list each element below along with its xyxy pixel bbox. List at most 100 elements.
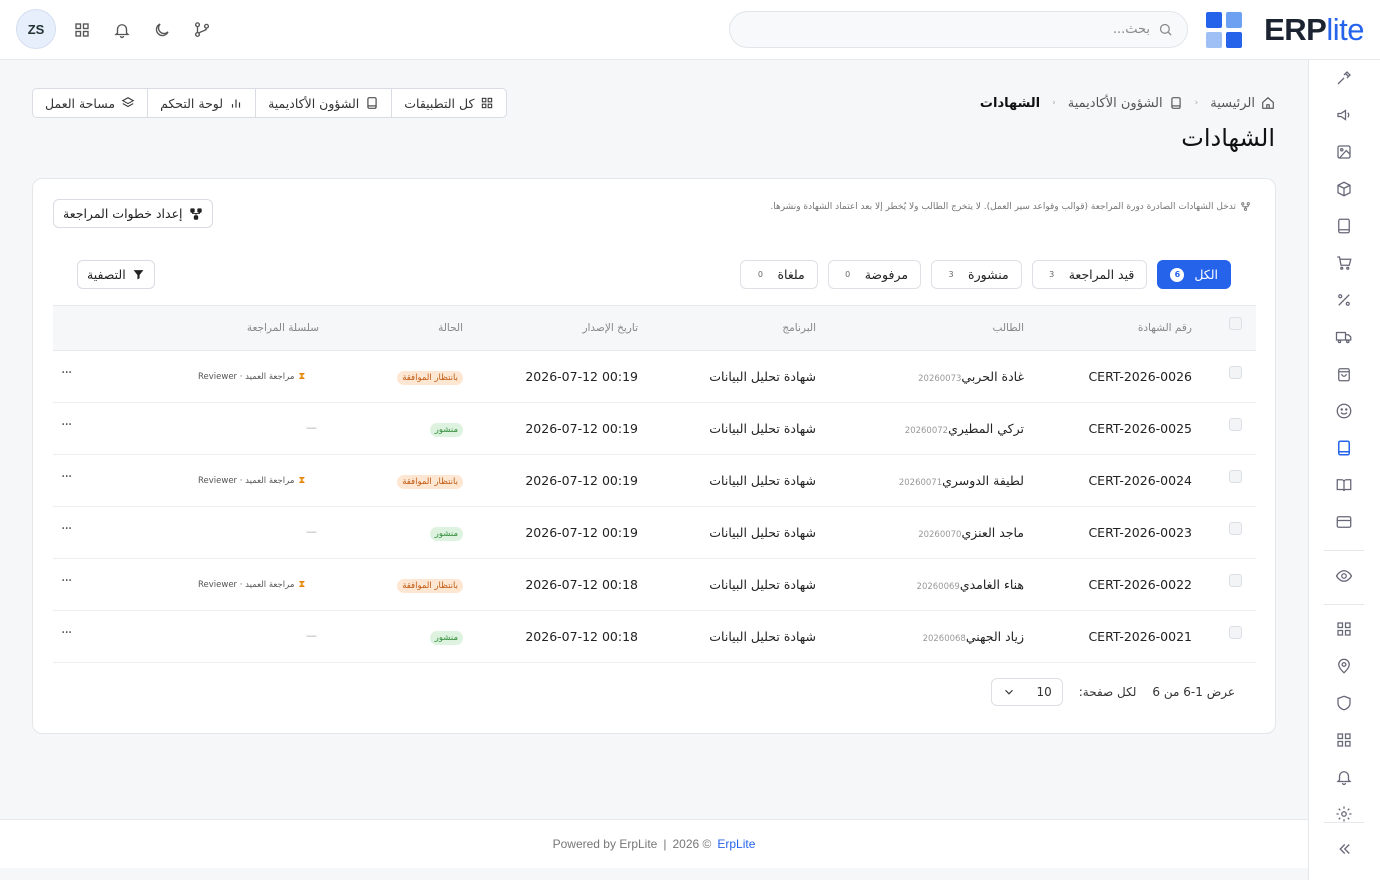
footer-link[interactable]: ErpLite [717,837,755,851]
bag-icon[interactable] [1334,364,1354,384]
program-name: شهادة تحليل البيانات [709,525,816,540]
table-row[interactable]: CERT-2026-0026 غادة الحربي20260073 شهادة ت… [53,351,1256,403]
smile-icon[interactable] [1334,401,1354,421]
grid-icon[interactable] [1334,619,1354,639]
table-row[interactable]: CERT-2026-0025 تركي المطيري20260072 شهادة … [53,403,1256,455]
setup-review-steps-button[interactable]: إعداد خطوات المراجعة [53,199,213,228]
row-actions-menu-icon[interactable]: ··· [61,521,72,537]
table-row[interactable]: CERT-2026-0021 زياد الجهني20260068 شهادة ت… [53,611,1256,663]
setup-review-steps-label: إعداد خطوات المراجعة [63,206,183,221]
search-box[interactable] [729,11,1188,48]
percent-icon[interactable] [1334,290,1354,310]
per-page-select[interactable]: 10 [990,678,1063,706]
cert-number[interactable]: CERT-2026-0022 [1088,577,1192,592]
image-icon[interactable] [1334,142,1354,162]
settings-icon[interactable] [1334,804,1354,824]
tab-cancelled[interactable]: ملغاة 0 [740,260,818,289]
moon-icon[interactable] [151,19,173,41]
tab-published[interactable]: منشورة 3 [931,260,1022,289]
hourglass-icon: ⧗ [298,371,306,382]
breadcrumb-home[interactable]: الرئيسية [1210,96,1275,111]
issue-date: 2026-07-12 00:18 [525,577,638,592]
row-actions-menu-icon[interactable]: ··· [61,573,72,589]
eye-icon[interactable] [1334,566,1354,586]
row-checkbox[interactable] [1229,626,1242,639]
breadcrumb-section[interactable]: الشؤون الأكاديمية [1068,96,1183,111]
issue-date: 2026-07-12 00:19 [525,473,638,488]
book-icon[interactable] [1334,216,1354,236]
header-review-chain[interactable]: سلسلة المراجعة [247,322,319,334]
row-checkbox[interactable] [1229,574,1242,587]
row-actions-menu-icon[interactable]: ··· [61,365,72,381]
avatar[interactable]: ZS [16,9,56,49]
cert-number[interactable]: CERT-2026-0025 [1088,421,1192,436]
status-badge: بانتظار الموافقة [397,475,463,489]
all-apps-label: كل التطبيقات [404,95,475,111]
academic-button[interactable]: الشؤون الأكاديمية [255,89,391,117]
tab-in-review[interactable]: قيد المراجعة 3 [1031,260,1148,289]
location-icon[interactable] [1334,656,1354,676]
brand-logo[interactable]: ERPlite [1206,10,1364,50]
search-icon [1158,22,1173,37]
program-name: شهادة تحليل البيانات [709,473,816,488]
book-open-icon[interactable] [1334,475,1354,495]
row-checkbox[interactable] [1229,470,1242,483]
cert-number[interactable]: CERT-2026-0026 [1088,369,1192,384]
table-row[interactable]: CERT-2026-0024 لطيفة الدوسري20260071 شهادة… [53,455,1256,507]
dashboard-button[interactable]: لوحة التحكم [147,89,255,117]
tab-rejected[interactable]: مرفوضة 0 [827,260,922,289]
row-checkbox[interactable] [1229,366,1242,379]
book-icon [367,97,377,109]
cert-number[interactable]: CERT-2026-0023 [1088,525,1192,540]
filter-icon [133,270,144,280]
pagination: عرض 1-6 من 6 لكل صفحة: 10 [990,678,1235,706]
truck-icon[interactable] [1334,327,1354,347]
row-checkbox[interactable] [1229,522,1242,535]
tools-icon[interactable] [1334,68,1354,88]
header-student[interactable]: الطالب [993,322,1024,334]
cert-number[interactable]: CERT-2026-0021 [1088,629,1192,644]
collapse-icon[interactable] [1334,839,1354,859]
notice-text: تدخل الشهادات الصادرة دورة المراجعة (قوا… [770,201,1236,212]
apps-grid-icon[interactable] [1334,730,1354,750]
cart-icon[interactable] [1334,253,1354,273]
header-issue-date[interactable]: تاريخ الإصدار [582,322,638,334]
footer-separator: | [663,837,667,851]
shield-icon[interactable] [1334,693,1354,713]
header-cert-no[interactable]: رقم الشهادة [1138,322,1192,334]
student-cell: ماجد العنزي20260070 [914,525,1024,540]
tab-label: ملغاة [777,267,805,282]
workspace-button[interactable]: مساحة العمل [33,89,147,117]
select-all-checkbox[interactable] [1229,317,1242,330]
megaphone-icon[interactable] [1334,105,1354,125]
header-program[interactable]: البرنامج [782,322,816,334]
cert-number[interactable]: CERT-2026-0024 [1088,473,1192,488]
apps-icon[interactable] [71,19,93,41]
table-row[interactable]: CERT-2026-0022 هناء الغامدي20260069 شهادة … [53,559,1256,611]
grid-icon [482,97,493,109]
all-apps-button[interactable]: كل التطبيقات [391,89,506,117]
bell-icon[interactable] [1334,767,1354,787]
credit-card-icon[interactable] [1334,512,1354,532]
bell-icon[interactable] [111,19,133,41]
search-input[interactable] [770,22,1150,37]
workflow-notice: تدخل الشهادات الصادرة دورة المراجعة (قوا… [770,201,1251,212]
academic-book-icon[interactable] [1334,438,1354,458]
header-status[interactable]: الحالة [438,322,463,334]
issue-date: 2026-07-12 00:18 [525,629,638,644]
tab-count-badge: 3 [948,270,954,279]
per-page-label: لكل صفحة: [1078,685,1137,699]
tab-all[interactable]: الكل 6 [1157,260,1231,289]
review-chain: ⧗ مراجعة العميد · Reviewer [198,371,305,382]
filter-button[interactable]: التصفية [77,260,155,289]
row-actions-menu-icon[interactable]: ··· [61,625,72,641]
row-actions-menu-icon[interactable]: ··· [61,417,72,433]
row-actions-menu-icon[interactable]: ··· [61,469,72,485]
box-icon[interactable] [1334,179,1354,199]
breadcrumb-chevron-icon: ‹ [1194,98,1199,108]
row-checkbox[interactable] [1229,418,1242,431]
git-branch-icon[interactable] [191,19,213,41]
student-cell: تركي المطيري20260072 [901,421,1024,436]
table-row[interactable]: CERT-2026-0023 ماجد العنزي20260070 شهادة ت… [53,507,1256,559]
student-cell: زياد الجهني20260068 [919,629,1024,644]
